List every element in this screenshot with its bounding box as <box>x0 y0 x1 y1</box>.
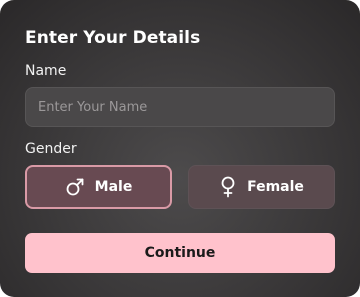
continue-button[interactable]: Continue <box>25 233 335 273</box>
gender-option-label: Male <box>94 179 133 195</box>
gender-option-label: Female <box>247 179 304 195</box>
name-label: Name <box>25 63 67 79</box>
male-icon <box>65 177 85 197</box>
female-icon <box>219 176 237 198</box>
gender-option-female[interactable]: Female <box>188 165 335 209</box>
gender-label: Gender <box>25 141 77 157</box>
gender-option-male[interactable]: Male <box>25 165 172 209</box>
details-card: Enter Your Details Name Gender Male Fema… <box>0 0 360 297</box>
name-input[interactable] <box>25 87 335 127</box>
form-title: Enter Your Details <box>25 28 201 48</box>
